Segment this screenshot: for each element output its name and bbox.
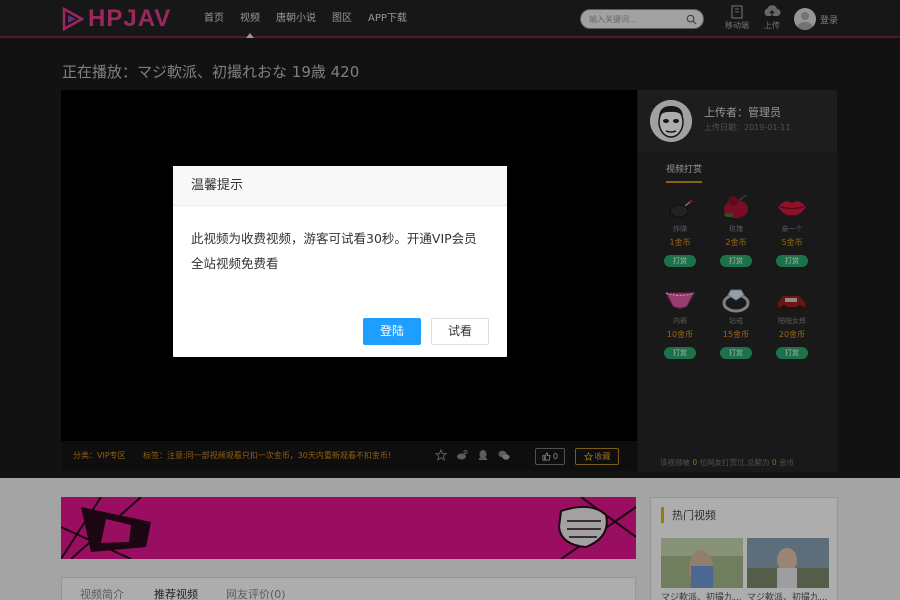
trial-watch-button[interactable]: 试看 <box>431 318 489 345</box>
dialog-title: 温馨提示 <box>173 166 507 206</box>
login-button[interactable]: 登陆 <box>363 318 421 345</box>
notice-dialog: 温馨提示 此视频为收费视频，游客可试看30秒。开通VIP会员全站视频免费看 登陆… <box>173 166 507 357</box>
dialog-message: 此视频为收费视频，游客可试看30秒。开通VIP会员全站视频免费看 <box>191 231 477 271</box>
dialog-actions: 登陆 试看 <box>363 318 489 345</box>
